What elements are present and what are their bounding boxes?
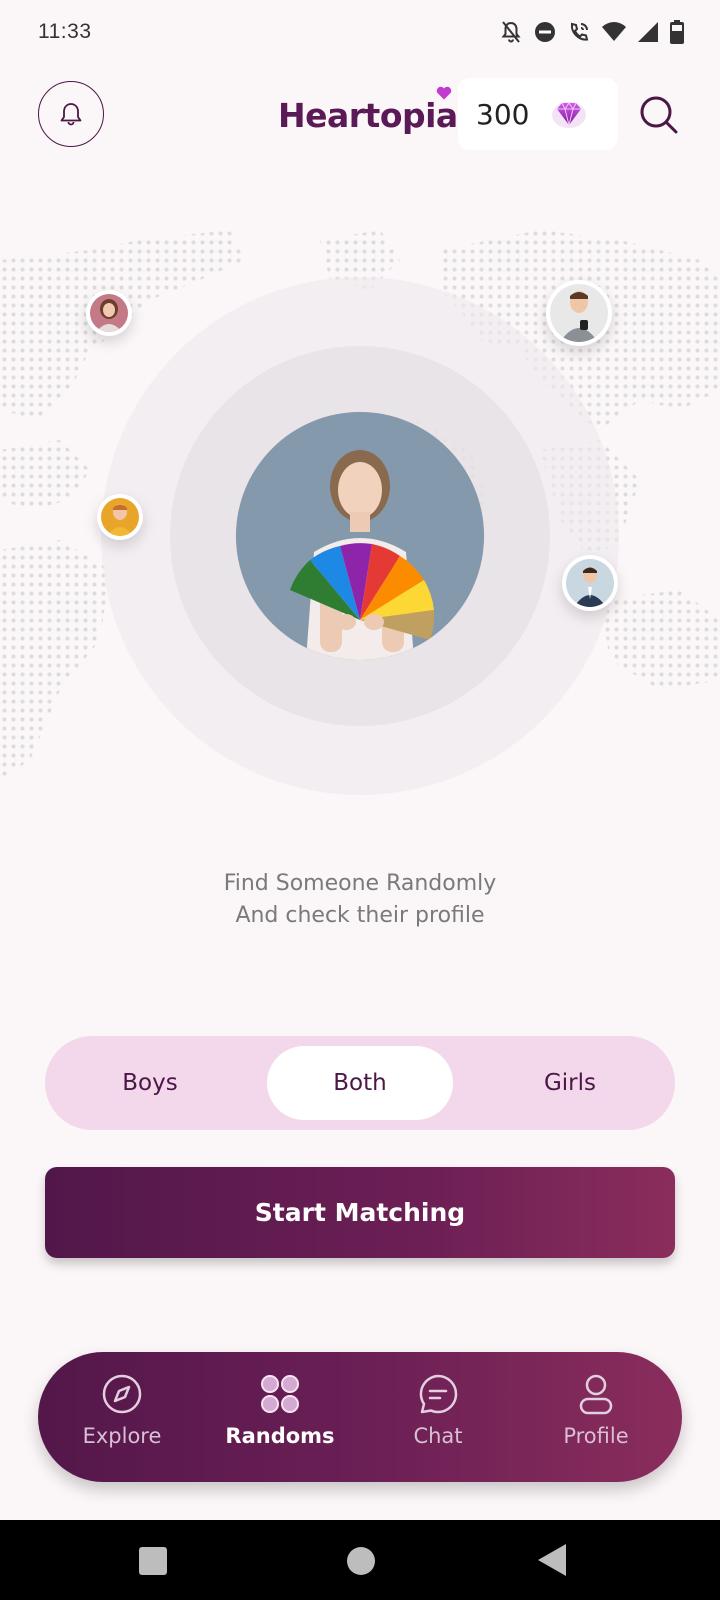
user-icon — [579, 1374, 613, 1415]
nav-label-chat: Chat — [413, 1424, 463, 1448]
random-match-radar — [0, 220, 720, 820]
recents-button[interactable] — [139, 1547, 167, 1575]
gem-count: 300 — [476, 97, 530, 131]
chat-bubble-icon — [419, 1374, 458, 1414]
avatar-mid-left[interactable] — [97, 494, 143, 540]
bell-icon — [60, 103, 82, 126]
tagline-line-2: And check their profile — [235, 903, 485, 928]
compass-icon — [102, 1374, 142, 1414]
featured-profile-photo — [236, 412, 484, 660]
back-button[interactable] — [538, 1544, 566, 1576]
battery-icon — [670, 20, 684, 44]
gender-option-girls[interactable]: Girls — [477, 1046, 663, 1120]
tagline: Find Someone Randomly And check their pr… — [0, 868, 720, 932]
nav-label-randoms: Randoms — [225, 1424, 335, 1448]
logo-heart-icon — [436, 86, 451, 100]
gem-icon — [552, 102, 587, 128]
gender-option-both[interactable]: Both — [267, 1046, 453, 1120]
nav-item-chat[interactable]: Chat — [368, 1370, 508, 1466]
start-matching-button[interactable]: Start Matching — [45, 1167, 675, 1258]
nav-label-profile: Profile — [563, 1424, 629, 1448]
wifi-calling-icon — [570, 22, 589, 41]
avatar-top-right[interactable] — [546, 280, 612, 346]
gem-balance[interactable]: 300 — [458, 78, 618, 150]
home-button[interactable] — [347, 1547, 375, 1575]
notifications-button[interactable] — [38, 81, 104, 147]
status-bar: 11:33 — [0, 0, 720, 64]
search-button[interactable] — [636, 92, 682, 138]
app-header: Heartopia 300 — [0, 78, 720, 150]
signal-icon — [638, 22, 658, 42]
nav-item-profile[interactable]: Profile — [526, 1370, 666, 1466]
status-icons — [500, 20, 684, 44]
notifications-off-icon — [501, 21, 521, 43]
avatar-mid-right[interactable] — [562, 555, 618, 611]
bottom-nav: Explore Randoms Chat Profile — [38, 1352, 682, 1482]
nav-item-randoms[interactable]: Randoms — [210, 1370, 350, 1466]
search-icon — [640, 96, 678, 134]
nav-item-explore[interactable]: Explore — [52, 1370, 192, 1466]
system-nav-bar — [0, 1520, 720, 1600]
logo-text: Heartopia — [278, 96, 458, 135]
status-time: 11:33 — [38, 20, 92, 43]
do-not-disturb-icon — [535, 22, 555, 42]
app-logo: Heartopia — [278, 86, 458, 135]
tagline-line-1: Find Someone Randomly — [223, 871, 497, 896]
avatar-top-left[interactable] — [86, 290, 132, 336]
gender-filter: Boys Both Girls — [45, 1036, 675, 1130]
nav-label-explore: Explore — [82, 1424, 162, 1448]
wifi-icon — [602, 22, 626, 41]
grid-dots-icon — [261, 1375, 299, 1413]
gender-option-boys[interactable]: Boys — [57, 1046, 243, 1120]
